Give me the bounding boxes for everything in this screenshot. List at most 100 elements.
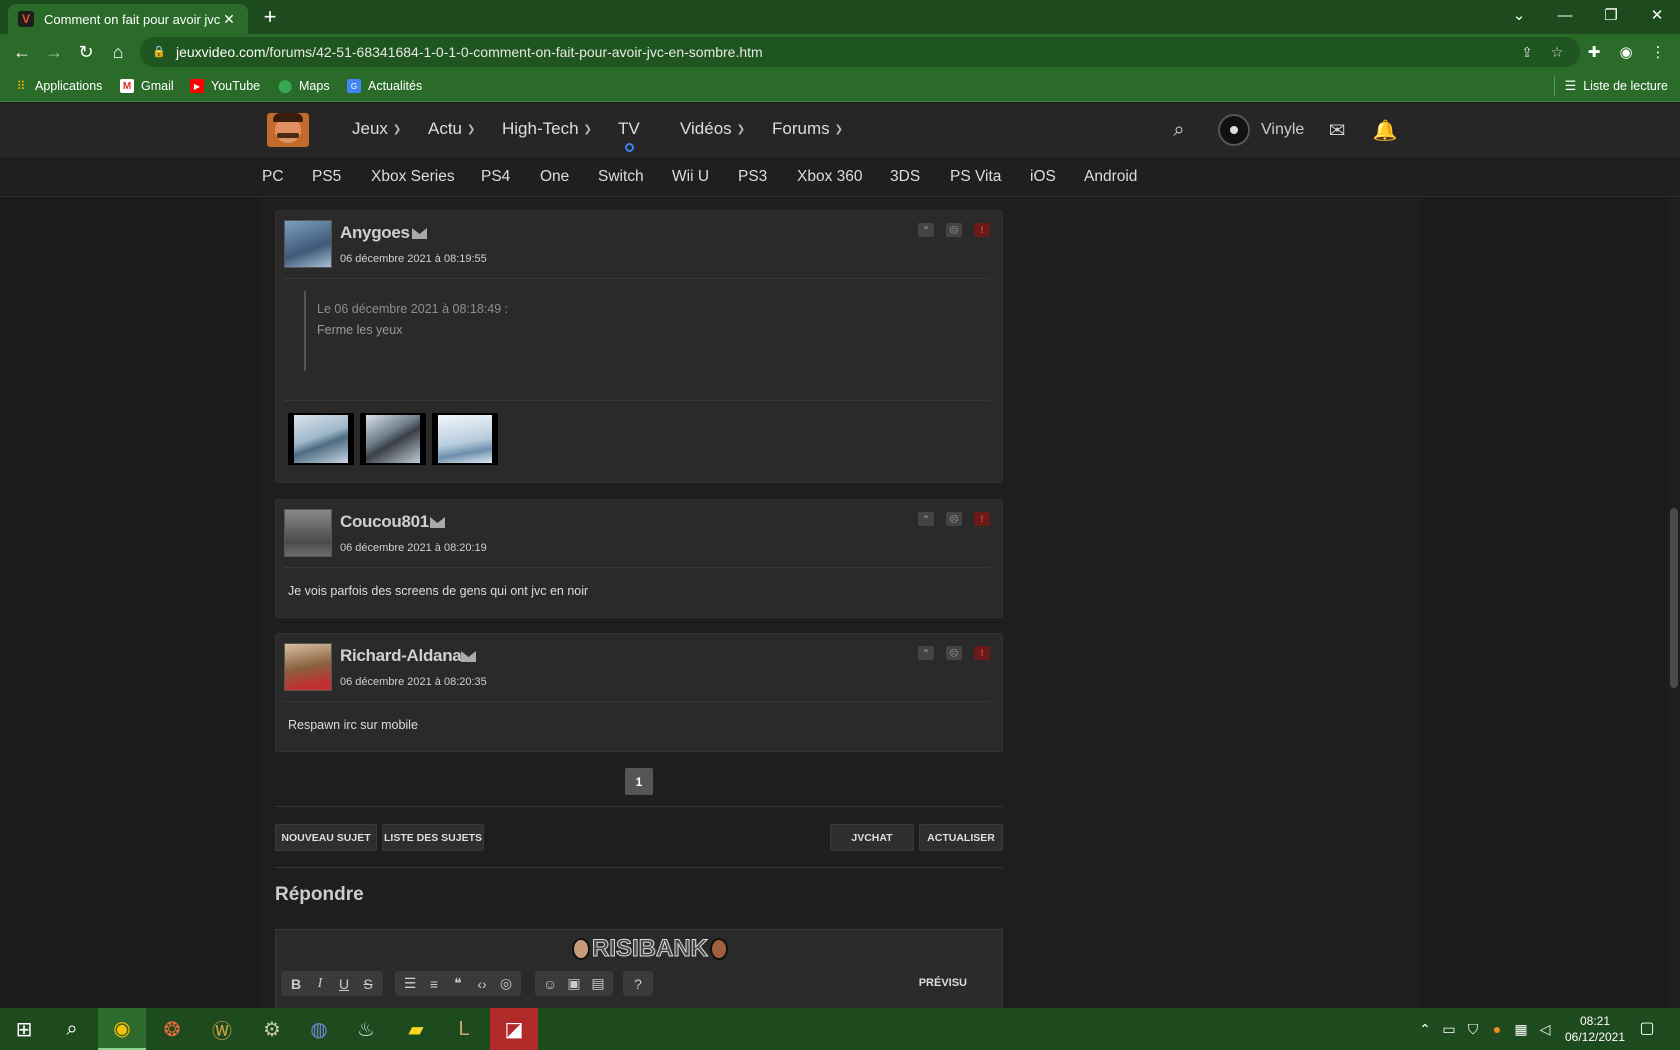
tray-shield-icon[interactable]: ⛉ [1462, 1020, 1484, 1038]
author-avatar[interactable] [284, 509, 332, 557]
ccleaner-app-icon[interactable]: ❂ [148, 1008, 196, 1050]
league-app-icon[interactable]: L [440, 1008, 488, 1050]
nav-forums[interactable]: Forums ❯ [772, 119, 843, 139]
image-thumbnail[interactable] [432, 413, 498, 465]
browser-tab[interactable]: V Comment on fait pour avoir jvc e ✕ [8, 4, 248, 34]
author-avatar[interactable] [284, 220, 332, 268]
platform-ps-vita[interactable]: PS Vita [950, 168, 1001, 186]
underline-icon[interactable]: U [332, 973, 356, 995]
kick-icon[interactable]: ☹ [946, 646, 962, 660]
discord-app-icon[interactable]: ◍ [295, 1008, 343, 1050]
browser-menu-icon[interactable]: ⋮ [1644, 38, 1672, 66]
back-icon[interactable]: ← [8, 38, 36, 66]
platform-3ds[interactable]: 3DS [890, 168, 920, 186]
quote-icon[interactable]: " [918, 646, 934, 660]
numbered-list-icon[interactable]: ≡ [422, 973, 446, 995]
username[interactable]: Vinyle [1261, 121, 1304, 139]
reading-list-button[interactable]: ☰ Liste de lecture [1553, 76, 1668, 96]
mail-icon[interactable] [461, 651, 476, 662]
emoji-icon[interactable]: ☺ [538, 973, 562, 995]
author-name[interactable]: Coucou801 [340, 512, 429, 532]
tray-network-icon[interactable]: ▦ [1510, 1020, 1532, 1038]
settings-app-icon[interactable]: ⚙ [248, 1008, 296, 1050]
tray-volume-icon[interactable]: ◁ [1534, 1020, 1556, 1038]
new-topic-button[interactable]: NOUVEAU SUJET [275, 824, 377, 851]
refresh-button[interactable]: ACTUALISER [919, 824, 1003, 851]
platform-android[interactable]: Android [1084, 168, 1137, 186]
platform-xbox-series[interactable]: Xbox Series [371, 168, 455, 186]
scrollbar-thumb[interactable] [1670, 508, 1678, 688]
bold-icon[interactable]: B [284, 973, 308, 995]
help-icon[interactable]: ? [626, 973, 650, 995]
site-logo[interactable] [267, 113, 309, 147]
kick-icon[interactable]: ☹ [946, 223, 962, 237]
strikethrough-icon[interactable]: S [356, 973, 380, 995]
preview-button[interactable]: PRÉVISU [919, 977, 967, 989]
bookmark-youtube[interactable]: ▶ YouTube [190, 76, 260, 96]
pagination-current-page[interactable]: 1 [625, 768, 653, 795]
taskbar-clock[interactable]: 08:21 06/12/2021 [1560, 1013, 1630, 1045]
restore-icon[interactable]: ❐ [1588, 0, 1634, 30]
user-avatar[interactable] [1218, 114, 1250, 146]
bookmark-actualites[interactable]: G Actualités [347, 76, 422, 96]
search-icon[interactable]: ⌕ [1164, 115, 1194, 145]
chrome-app-icon[interactable]: ◉ [98, 1008, 146, 1050]
reload-icon[interactable]: ↻ [72, 38, 100, 66]
quote-icon[interactable]: " [918, 512, 934, 526]
home-icon[interactable]: ⌂ [104, 38, 132, 66]
jvchat-button[interactable]: JVCHAT [830, 824, 914, 851]
steam-app-icon[interactable]: ♨ [342, 1008, 390, 1050]
page-scrollbar[interactable] [1668, 198, 1680, 1008]
image-thumbnail[interactable] [288, 413, 354, 465]
kick-icon[interactable]: ☹ [946, 512, 962, 526]
bookmark-applications[interactable]: ⠿ Applications [14, 76, 103, 96]
platform-pc[interactable]: PC [262, 168, 284, 186]
amd-app-icon[interactable]: ◪ [490, 1008, 538, 1050]
search-icon[interactable]: ⌕ [48, 1008, 96, 1050]
tray-meet-icon[interactable]: ▭ [1438, 1020, 1460, 1038]
report-icon[interactable]: ! [974, 223, 990, 237]
mail-icon[interactable] [412, 228, 427, 239]
platform-ios[interactable]: iOS [1030, 168, 1056, 186]
forward-icon[interactable]: → [40, 38, 68, 66]
author-avatar[interactable] [284, 643, 332, 691]
platform-xbox-360[interactable]: Xbox 360 [797, 168, 863, 186]
nav-actu[interactable]: Actu ❯ [428, 119, 475, 139]
image-thumbnail[interactable] [360, 413, 426, 465]
nav-tv[interactable]: TV [618, 119, 640, 139]
spoiler-eye-icon[interactable]: ◎ [494, 973, 518, 995]
post-date[interactable]: 06 décembre 2021 à 08:20:35 [340, 676, 487, 688]
tray-chevron-up-icon[interactable]: ⌃ [1414, 1020, 1436, 1038]
notifications-bell-icon[interactable]: 🔔 [1370, 115, 1400, 145]
sticky-notes-app-icon[interactable]: ▰ [392, 1008, 440, 1050]
bookmark-maps[interactable]: ⬤ Maps [278, 76, 330, 96]
platform-ps4[interactable]: PS4 [481, 168, 510, 186]
platform-switch[interactable]: Switch [598, 168, 644, 186]
address-bar[interactable]: 🔒 jeuxvideo.com/forums/42-51-68341684-1-… [140, 37, 1580, 67]
wow-app-icon[interactable]: Ⓦ [198, 1008, 246, 1050]
close-tab-icon[interactable]: ✕ [220, 11, 238, 28]
share-icon[interactable]: ⇪ [1514, 37, 1540, 67]
report-icon[interactable]: ! [974, 646, 990, 660]
nav-high-tech[interactable]: High-Tech ❯ [502, 119, 592, 139]
lock-icon[interactable]: 🔒 [152, 45, 166, 59]
mail-icon[interactable] [430, 517, 445, 528]
topic-list-button[interactable]: LISTE DES SUJETS [382, 824, 484, 851]
extensions-puzzle-icon[interactable]: ✚ [1580, 38, 1608, 66]
new-tab-button[interactable]: + [258, 4, 282, 30]
platform-ps5[interactable]: PS5 [312, 168, 341, 186]
windows-start-icon[interactable]: ⊞ [0, 1008, 48, 1050]
messages-envelope-icon[interactable]: ✉ [1322, 115, 1352, 145]
author-name[interactable]: Richard-Aldana [340, 646, 462, 666]
bookmark-gmail[interactable]: M Gmail [120, 76, 174, 96]
platform-ps3[interactable]: PS3 [738, 168, 767, 186]
tray-avast-icon[interactable]: ● [1486, 1020, 1508, 1038]
author-name[interactable]: Anygoes [340, 223, 410, 243]
italic-icon[interactable]: I [308, 973, 332, 995]
video-icon[interactable]: ▤ [586, 973, 610, 995]
quote-icon[interactable]: " [918, 223, 934, 237]
code-icon[interactable]: ‹› [470, 973, 494, 995]
window-close-icon[interactable]: ✕ [1634, 0, 1680, 30]
post-date[interactable]: 06 décembre 2021 à 08:19:55 [340, 253, 487, 265]
tab-search-icon[interactable]: ⌄ [1496, 0, 1542, 30]
